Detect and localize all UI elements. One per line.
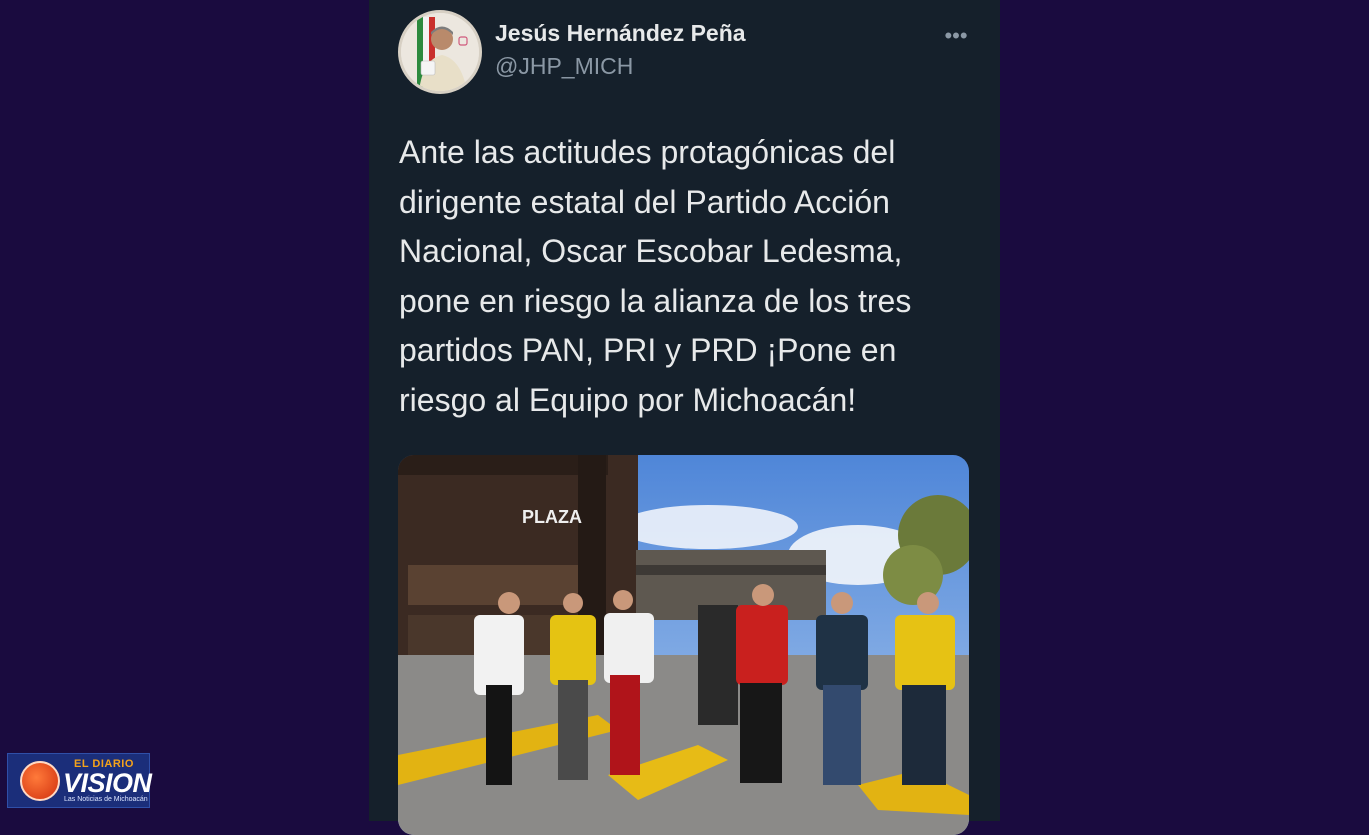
tweet-media-photo[interactable]: PLAZA [398, 455, 969, 835]
tweet-text: Ante las actitudes protagónicas del diri… [399, 134, 912, 418]
author-name[interactable]: Jesús Hernández Peña [495, 20, 746, 47]
more-horizontal-icon: ••• [944, 23, 968, 48]
el-diario-vision-logo: EL DIARIO VISION Las Noticias de Michoac… [7, 753, 152, 808]
more-options-button[interactable]: ••• [938, 22, 974, 50]
author-handle[interactable]: @JHP_MICH [495, 53, 633, 80]
plaza-sign-text: PLAZA [522, 507, 582, 527]
avatar-image [401, 13, 479, 91]
logo-circle-icon [20, 761, 60, 801]
logo-sub-text: Las Noticias de Michoacán [64, 796, 148, 803]
media-photo-scene: PLAZA [398, 455, 969, 835]
author-avatar[interactable] [398, 10, 482, 94]
logo-main-text: VISION [63, 768, 152, 798]
